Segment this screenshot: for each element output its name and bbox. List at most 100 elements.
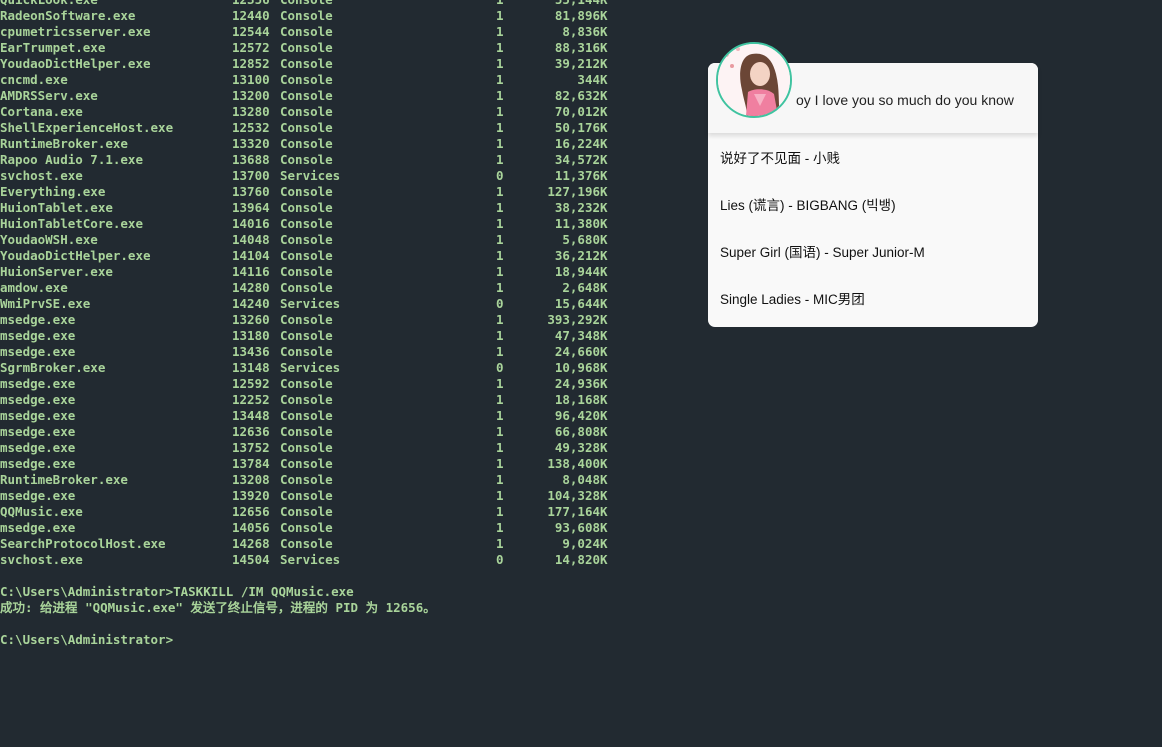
process-row: msedge.exe 13260 Console 1 393,292 K xyxy=(0,312,640,328)
process-num: 1 xyxy=(496,312,504,327)
process-name: Cortana.exe xyxy=(0,104,83,119)
process-pid: 13448 xyxy=(232,408,270,423)
process-row: AMDRSServ.exe 13200 Console 1 82,632 K xyxy=(0,88,640,104)
process-session: Console xyxy=(280,248,333,263)
process-num: 1 xyxy=(496,408,504,423)
process-row: msedge.exe 13784 Console 1 138,400 K xyxy=(0,456,640,472)
process-session: Console xyxy=(280,136,333,151)
process-num: 1 xyxy=(496,328,504,343)
process-pid: 12440 xyxy=(232,8,270,23)
process-mem: 88,316 xyxy=(554,40,600,55)
process-row: HuionTabletCore.exe 14016 Console 1 11,380 K xyxy=(0,216,640,232)
process-pid: 14116 xyxy=(232,264,270,279)
process-name: HuionTablet.exe xyxy=(0,200,113,215)
process-mem: 93,608 xyxy=(554,520,600,535)
process-mem: 24,660 xyxy=(554,344,600,359)
process-pid: 12592 xyxy=(232,376,270,391)
process-unit: K xyxy=(600,248,608,263)
process-mem: 49,328 xyxy=(554,440,600,455)
process-num: 1 xyxy=(496,88,504,103)
album-cover-avatar[interactable] xyxy=(716,42,792,118)
process-name: msedge.exe xyxy=(0,328,76,343)
process-num: 1 xyxy=(496,248,504,263)
process-mem: 96,420 xyxy=(554,408,600,423)
process-session: Console xyxy=(280,120,333,135)
process-pid: 14016 xyxy=(232,216,270,231)
process-session: Console xyxy=(280,376,333,391)
process-mem: 81,896 xyxy=(554,8,600,23)
process-pid: 13700 xyxy=(232,168,270,183)
process-num: 1 xyxy=(496,504,504,519)
process-num: 1 xyxy=(496,488,504,503)
command-prompt[interactable]: C:\Users\Administrator> xyxy=(0,632,640,648)
process-name: SearchProtocolHost.exe xyxy=(0,536,166,551)
process-row: YoudaoDictHelper.exe 12852 Console 1 39,212 K xyxy=(0,56,640,72)
playlist-item[interactable]: Single Ladies - MIC男团 xyxy=(708,288,1038,335)
process-row: ShellExperienceHost.exe 12532 Console 1 50,1… xyxy=(0,120,640,136)
process-unit: K xyxy=(600,456,608,471)
process-num: 1 xyxy=(496,24,504,39)
process-mem: 2,648 xyxy=(562,280,600,295)
process-unit: K xyxy=(600,328,608,343)
process-mem: 18,168 xyxy=(554,392,600,407)
process-num: 1 xyxy=(496,520,504,535)
process-num: 1 xyxy=(496,40,504,55)
process-unit: K xyxy=(600,488,608,503)
process-pid: 14280 xyxy=(232,280,270,295)
process-unit: K xyxy=(600,40,608,55)
process-mem: 38,232 xyxy=(554,200,600,215)
playlist-item[interactable]: Super Girl (国语) - Super Junior-M xyxy=(708,241,1038,288)
process-mem: 15,644 xyxy=(554,296,600,311)
process-name: Everything.exe xyxy=(0,184,106,199)
process-name: YoudaoDictHelper.exe xyxy=(0,56,151,71)
process-num: 1 xyxy=(496,344,504,359)
process-num: 1 xyxy=(496,424,504,439)
process-mem: 393,292 xyxy=(547,312,600,327)
process-num: 1 xyxy=(496,232,504,247)
process-num: 1 xyxy=(496,152,504,167)
process-mem: 138,400 xyxy=(547,456,600,471)
process-name: msedge.exe xyxy=(0,424,76,439)
process-mem: 55,144 xyxy=(508,0,600,8)
process-name: svchost.exe xyxy=(0,168,83,183)
process-session: Console xyxy=(280,424,333,439)
process-pid: 13760 xyxy=(232,184,270,199)
process-mem: 24,936 xyxy=(554,376,600,391)
process-mem: 8,836 xyxy=(562,24,600,39)
process-row: msedge.exe 13436 Console 1 24,660 K xyxy=(0,344,640,360)
process-mem: 39,212 xyxy=(554,56,600,71)
process-unit: K xyxy=(600,136,608,151)
process-session: Console xyxy=(280,536,333,551)
process-unit: K xyxy=(600,264,608,279)
process-num: 1 xyxy=(496,72,504,87)
process-row: cncmd.exe 13100 Console 1 344 K xyxy=(0,72,640,88)
process-session: Console xyxy=(280,0,333,8)
process-unit: K xyxy=(600,120,608,135)
process-list: QuickLook.exe12356Console155,144KRadeonS… xyxy=(0,0,640,568)
process-mem: 36,212 xyxy=(554,248,600,263)
process-pid: 14504 xyxy=(232,552,270,567)
process-num: 0 xyxy=(496,552,504,567)
process-num: 0 xyxy=(496,360,504,375)
process-pid: 13208 xyxy=(232,472,270,487)
process-pid: 13920 xyxy=(232,488,270,503)
process-num: 1 xyxy=(496,200,504,215)
process-row: QQMusic.exe 12656 Console 1 177,164 K xyxy=(0,504,640,520)
process-pid: 14056 xyxy=(232,520,270,535)
process-pid: 13688 xyxy=(232,152,270,167)
process-session: Console xyxy=(280,392,333,407)
music-player-widget: oy I love you so much do you know 说好了不见面… xyxy=(708,42,1038,328)
terminal-output: QuickLook.exe12356Console155,144KRadeonS… xyxy=(0,0,640,648)
process-session: Services xyxy=(280,360,341,375)
process-row: RadeonSoftware.exe 12440 Console 1 81,896 K xyxy=(0,8,640,24)
process-pid: 14104 xyxy=(232,248,270,263)
process-pid: 12656 xyxy=(232,504,270,519)
process-unit: K xyxy=(600,200,608,215)
process-name: HuionServer.exe xyxy=(0,264,113,279)
process-row: WmiPrvSE.exe 14240 Services 0 15,644 K xyxy=(0,296,640,312)
process-pid: 13280 xyxy=(232,104,270,119)
playlist-item[interactable]: Lies (谎言) - BIGBANG (빅뱅) xyxy=(708,194,1038,241)
playlist-item[interactable]: 说好了不见面 - 小贱 xyxy=(708,147,1038,194)
process-mem: 82,632 xyxy=(554,88,600,103)
process-pid: 13180 xyxy=(232,328,270,343)
